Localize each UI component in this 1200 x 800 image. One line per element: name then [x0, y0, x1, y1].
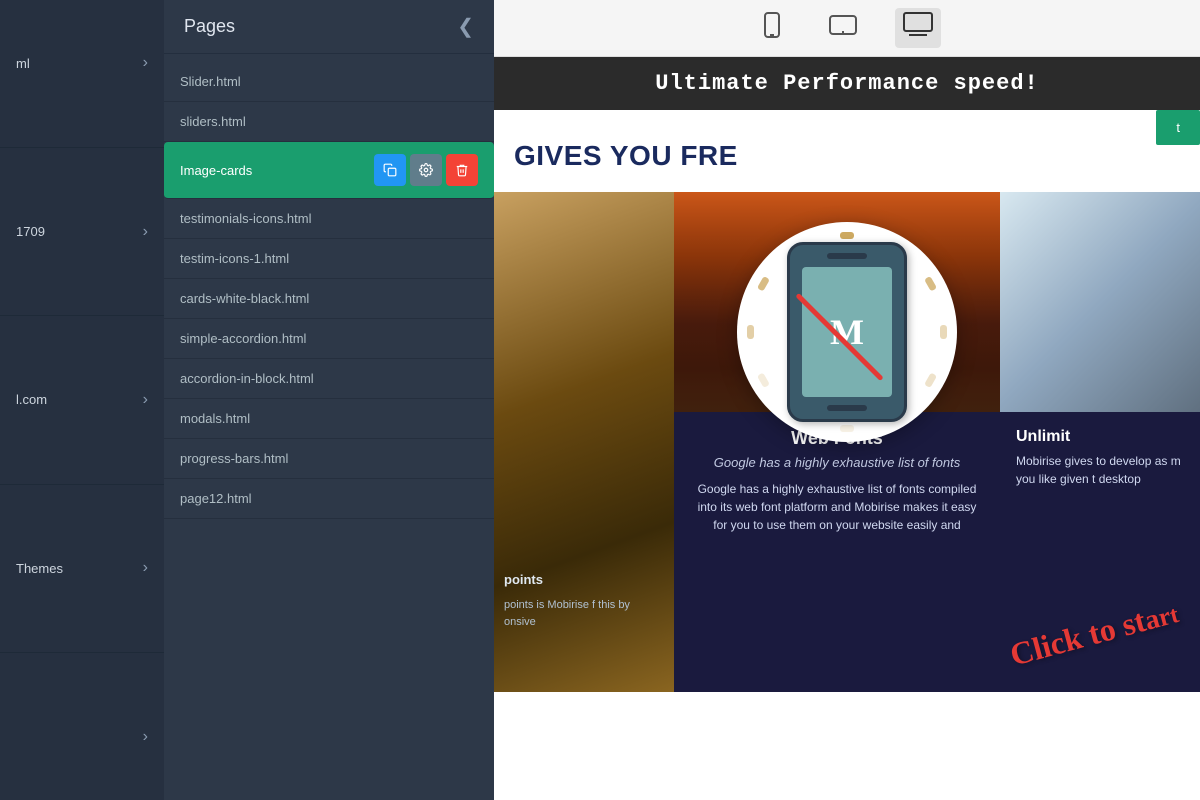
page-item-label-testim-icons: testim-icons-1.html — [180, 251, 478, 266]
device-toolbar — [494, 0, 1200, 57]
page-item-testimonials[interactable]: testimonials-icons.html — [164, 199, 494, 239]
sidebar-label-themes: Themes — [16, 561, 63, 576]
page-item-modals[interactable]: modals.html — [164, 399, 494, 439]
page-item-label-simple-accordion: simple-accordion.html — [180, 331, 478, 346]
chevron-icon-themes: › — [143, 559, 148, 577]
preview-banner: Ultimate Performance speed! — [494, 57, 1200, 110]
page-item-label-page12: page12.html — [180, 491, 478, 506]
copy-page-button[interactable] — [374, 154, 406, 186]
preview-area: Ultimate Performance speed! GIVES YOU FR… — [494, 57, 1200, 800]
page-item-cards-wb[interactable]: cards-white-black.html — [164, 279, 494, 319]
pages-list: Slider.html sliders.html Image-cards tes… — [164, 54, 494, 800]
sidebar: ml › 1709 › l.com › Themes › › — [0, 0, 164, 800]
phone-bottom-bar — [827, 405, 867, 411]
card-left: points points is Mobirise f this by onsi… — [494, 192, 674, 692]
points-body: points is Mobirise f this by onsive — [504, 597, 644, 632]
page-item-label-image-cards: Image-cards — [180, 163, 370, 178]
unlimited-body: Mobirise gives to develop as m you like … — [1016, 452, 1184, 488]
sidebar-label-1: ml — [16, 56, 30, 71]
page-item-label-cards-wb: cards-white-black.html — [180, 291, 478, 306]
preview-action-button[interactable]: t — [1156, 110, 1200, 145]
chevron-icon-2: › — [143, 223, 148, 241]
sidebar-label-3: l.com — [16, 392, 47, 407]
page-item-image-cards[interactable]: Image-cards — [164, 142, 494, 199]
page-item-label-sliders: sliders.html — [180, 114, 478, 129]
tablet-view-button[interactable] — [821, 10, 865, 46]
settings-page-button[interactable] — [410, 154, 442, 186]
sidebar-divider-3 — [0, 484, 164, 485]
page-item-accordion-block[interactable]: accordion-in-block.html — [164, 359, 494, 399]
close-pages-button[interactable]: ❮ — [457, 14, 474, 39]
hero-section: GIVES YOU FRE t — [494, 110, 1200, 192]
points-label: points — [504, 570, 644, 591]
sidebar-divider-1 — [0, 147, 164, 148]
sidebar-label-2: 1709 — [16, 224, 45, 239]
page-item-slider[interactable]: Slider.html — [164, 62, 494, 102]
phone-top-bar — [827, 253, 867, 259]
hero-title: GIVES YOU FRE — [514, 140, 738, 171]
sidebar-item-1[interactable]: ml › — [0, 36, 164, 90]
chevron-icon-1: › — [143, 54, 148, 72]
mobile-view-button[interactable] — [753, 8, 791, 48]
card-right-image — [1000, 192, 1200, 412]
page-item-sliders[interactable]: sliders.html — [164, 102, 494, 142]
web-fonts-subtitle: Google has a highly exhaustive list of f… — [714, 455, 960, 470]
page-item-label-accordion-block: accordion-in-block.html — [180, 371, 478, 386]
chevron-icon-3: › — [143, 391, 148, 409]
sidebar-item-themes[interactable]: Themes › — [0, 541, 164, 595]
sidebar-item-2[interactable]: 1709 › — [0, 205, 164, 259]
phone-device-icon: M — [787, 242, 907, 422]
mobile-circle: M — [737, 222, 957, 442]
unlimited-title: Unlimit — [1016, 428, 1184, 446]
sidebar-item-3[interactable]: l.com › — [0, 373, 164, 427]
pages-header: Pages ❮ — [164, 0, 494, 54]
page-item-page12[interactable]: page12.html — [164, 479, 494, 519]
click-to-start-overlay: Click to start — [1008, 615, 1180, 652]
page-item-simple-accordion[interactable]: simple-accordion.html — [164, 319, 494, 359]
page-item-label-modals: modals.html — [180, 411, 478, 426]
mobile-overlay: M — [737, 222, 957, 442]
points-text: points points is Mobirise f this by onsi… — [494, 570, 654, 632]
page-item-label-progress-bars: progress-bars.html — [180, 451, 478, 466]
sidebar-divider-4 — [0, 652, 164, 653]
page-item-label-testimonials: testimonials-icons.html — [180, 211, 478, 226]
main-area: Ultimate Performance speed! GIVES YOU FR… — [494, 0, 1200, 800]
pages-panel: Pages ❮ Slider.html sliders.html Image-c… — [164, 0, 494, 800]
page-item-progress-bars[interactable]: progress-bars.html — [164, 439, 494, 479]
web-fonts-body: Google has a highly exhaustive list of f… — [690, 480, 984, 534]
page-item-label-slider: Slider.html — [180, 74, 478, 89]
banner-text: Ultimate Performance speed! — [655, 71, 1038, 96]
sidebar-divider-2 — [0, 315, 164, 316]
preview-content: Ultimate Performance speed! GIVES YOU FR… — [494, 57, 1200, 800]
page-item-testim-icons[interactable]: testim-icons-1.html — [164, 239, 494, 279]
cards-area: points points is Mobirise f this by onsi… — [494, 192, 1200, 692]
pages-title: Pages — [184, 16, 235, 37]
desktop-view-button[interactable] — [895, 8, 941, 48]
chevron-icon-5: › — [143, 728, 148, 746]
card-center-content: Web Fonts Google has a highly exhaustive… — [674, 412, 1000, 692]
sidebar-item-5[interactable]: › — [0, 710, 164, 764]
delete-page-button[interactable] — [446, 154, 478, 186]
